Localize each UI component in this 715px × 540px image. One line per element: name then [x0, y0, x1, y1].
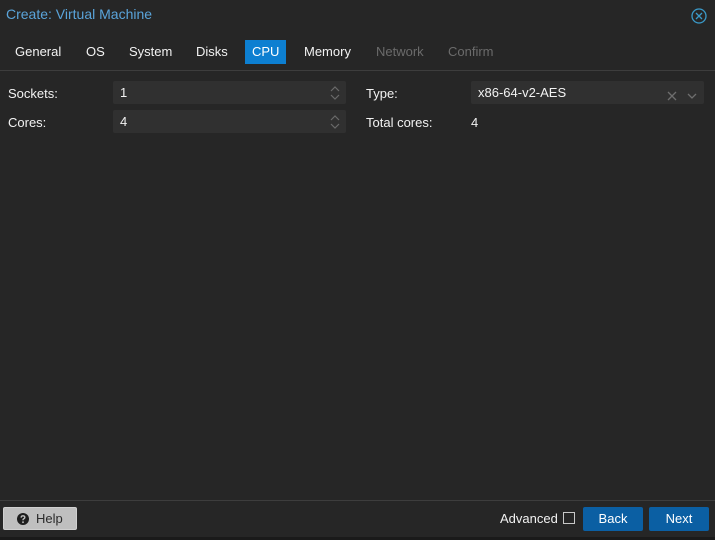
wizard-tab-bar: General OS System Disks CPU Memory Netwo…: [0, 38, 715, 66]
spinner-arrows-icon[interactable]: [330, 114, 340, 130]
tab-memory[interactable]: Memory: [297, 40, 358, 64]
tab-system[interactable]: System: [122, 40, 179, 64]
footer-divider: [0, 500, 715, 501]
cpu-type-combobox[interactable]: x86-64-v2-AES: [471, 81, 704, 104]
window-header: Create: Virtual Machine: [0, 0, 715, 30]
tab-network: Network: [376, 44, 424, 59]
clear-icon[interactable]: [666, 86, 678, 101]
sockets-value: 1: [120, 85, 128, 100]
advanced-label: Advanced: [500, 511, 558, 526]
tab-confirm: Confirm: [448, 44, 494, 59]
cores-spinner[interactable]: 4: [113, 110, 346, 133]
next-button[interactable]: Next: [649, 507, 709, 531]
help-button[interactable]: Help: [3, 507, 77, 530]
tab-disks[interactable]: Disks: [189, 40, 235, 64]
cores-value: 4: [120, 114, 128, 129]
advanced-checkbox[interactable]: [563, 512, 575, 524]
total-cores-value: 4: [471, 115, 479, 130]
type-label: Type:: [366, 86, 398, 101]
sockets-spinner[interactable]: 1: [113, 81, 346, 104]
cpu-type-value: x86-64-v2-AES: [478, 85, 567, 100]
spinner-arrows-icon[interactable]: [330, 85, 340, 101]
chevron-down-icon[interactable]: [686, 86, 698, 99]
tab-general[interactable]: General: [8, 40, 68, 64]
cores-label: Cores:: [8, 115, 47, 130]
question-circle-icon: [17, 513, 29, 525]
back-button[interactable]: Back: [583, 507, 643, 531]
tab-cpu[interactable]: CPU: [245, 40, 287, 64]
help-label: Help: [36, 511, 63, 526]
tab-divider: [0, 70, 715, 71]
total-cores-label: Total cores:: [366, 115, 433, 130]
sockets-label: Sockets:: [8, 86, 58, 101]
tab-os[interactable]: OS: [79, 40, 112, 64]
close-icon[interactable]: [691, 8, 707, 24]
window-title: Create: Virtual Machine: [6, 6, 153, 22]
